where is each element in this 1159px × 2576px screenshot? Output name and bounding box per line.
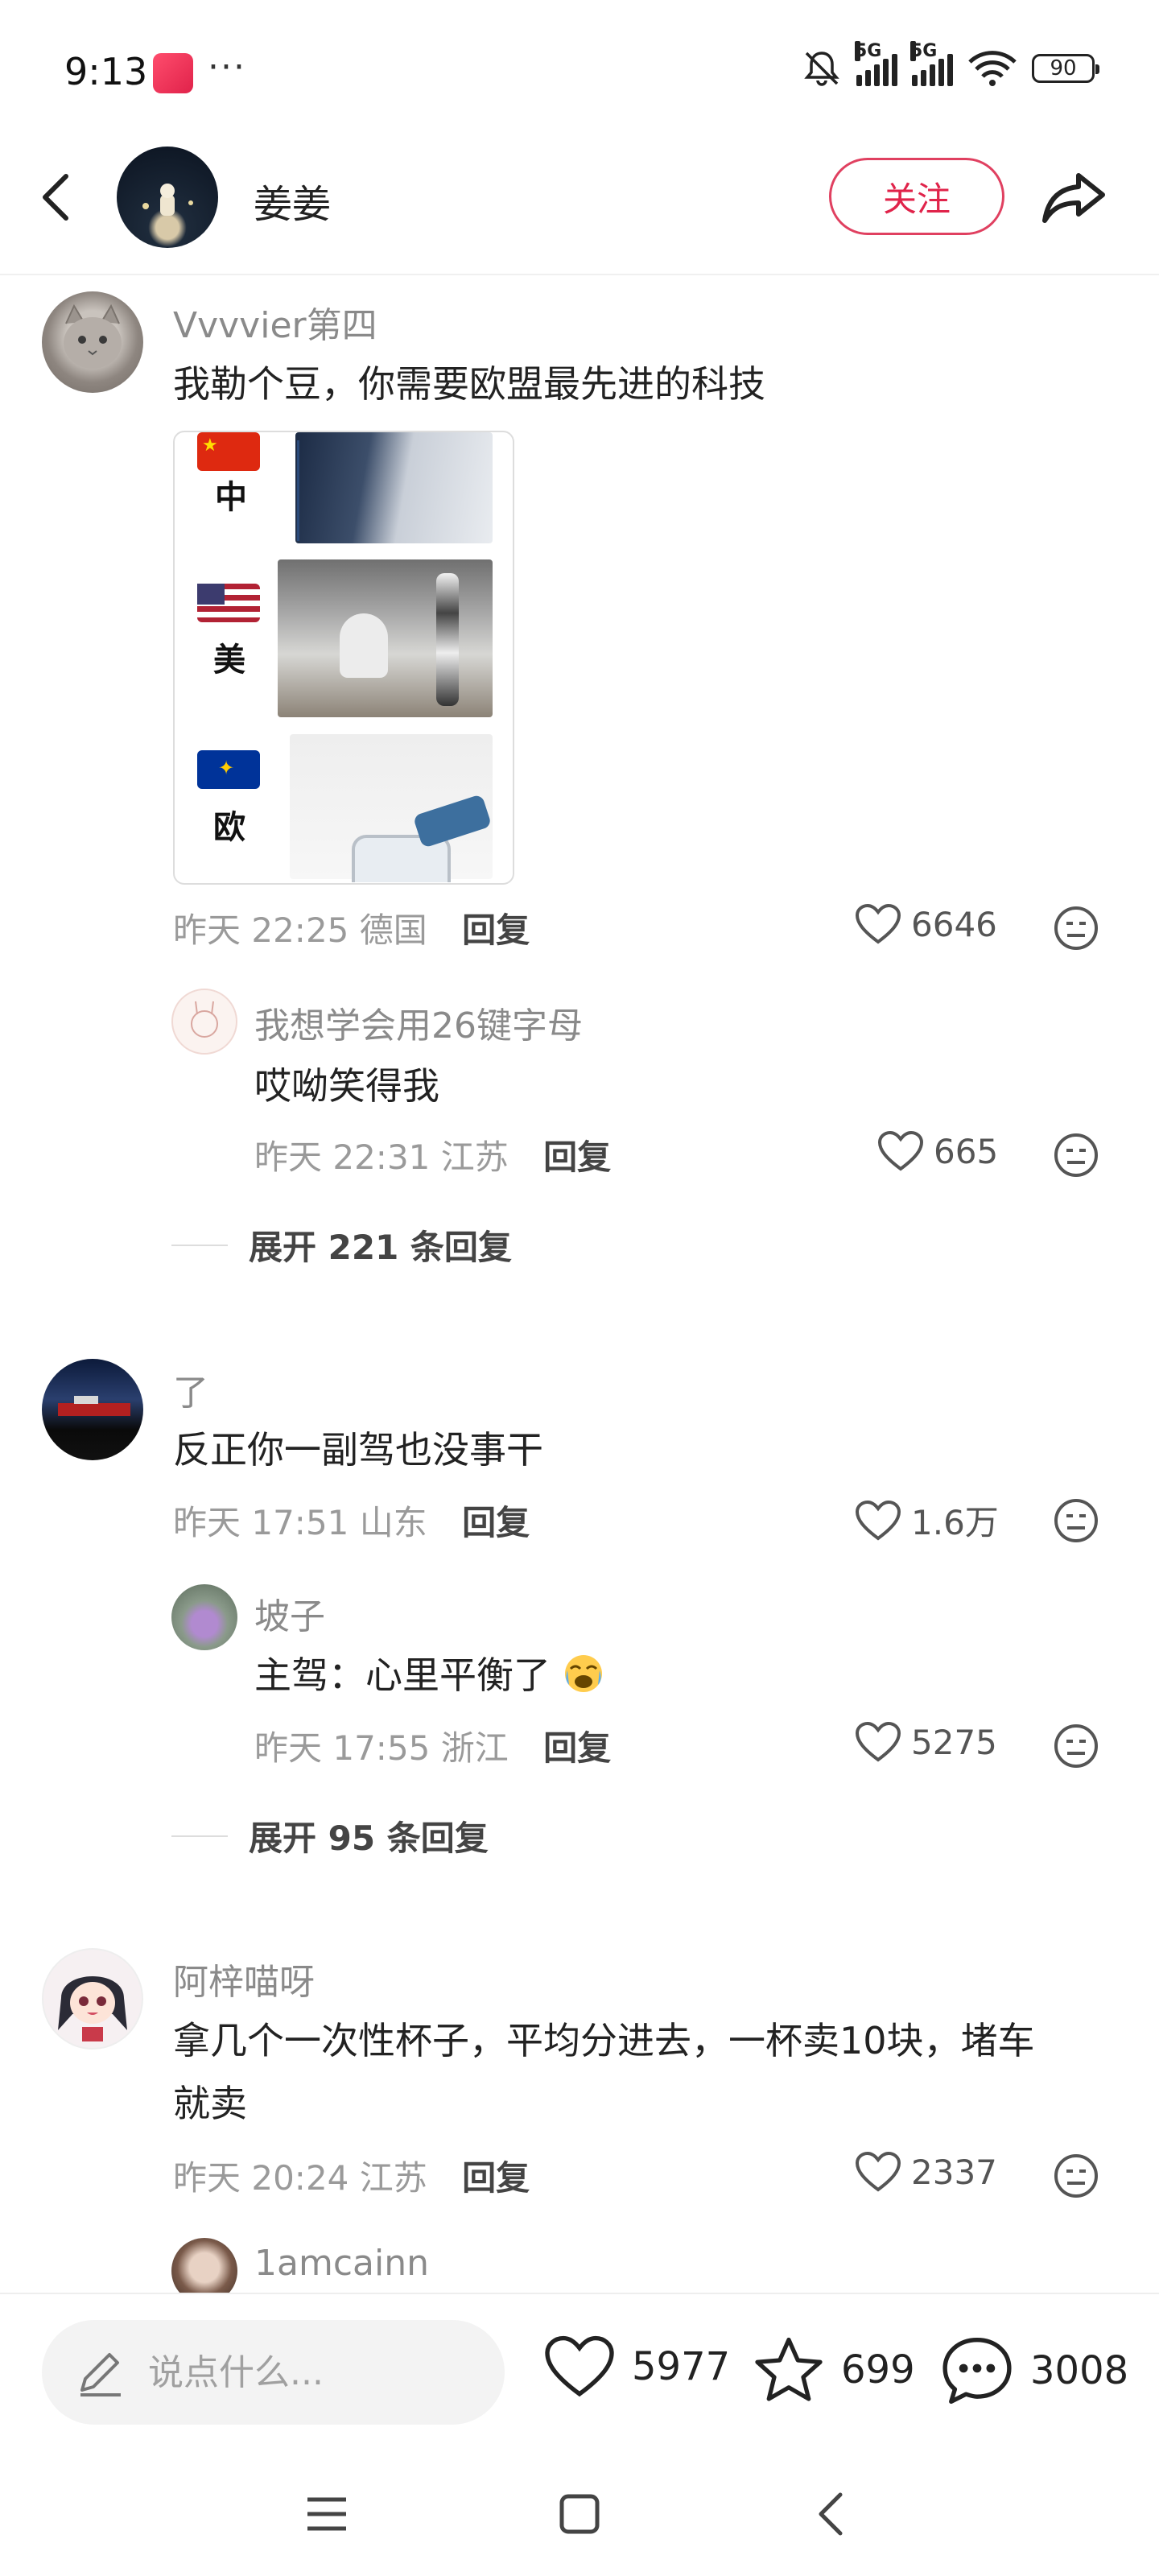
- chat-bubble-icon: [942, 2337, 1012, 2405]
- like-count: 2337: [911, 2152, 997, 2192]
- post-favorite-count: 699: [841, 2347, 915, 2392]
- comment-username[interactable]: 阿梓喵呀: [173, 1953, 315, 2004]
- reply-text: 哎呦笑得我: [254, 1064, 439, 1108]
- signal-strength-2: 5G: [910, 41, 953, 86]
- like-count: 1.6万: [911, 1503, 999, 1542]
- post-favorite-button[interactable]: 699: [753, 2334, 915, 2405]
- like-button[interactable]: 2337: [855, 2151, 997, 2193]
- like-count: 5275: [911, 1722, 997, 1762]
- comment-text: 反正你一副驾也没事干: [173, 1428, 543, 1472]
- heart-icon: [855, 2151, 901, 2192]
- heart-icon: [855, 1721, 901, 1762]
- emoji-icon[interactable]: [1053, 1723, 1099, 1769]
- emoji-icon[interactable]: [1053, 2153, 1099, 2199]
- reply-button[interactable]: 回复: [462, 2158, 530, 2198]
- emoji-icon[interactable]: [1053, 1132, 1099, 1179]
- flag-usa-icon: [197, 584, 260, 622]
- comment-meta: 昨天 17:51 山东 回复: [173, 1503, 530, 1542]
- flag-china-icon: [197, 432, 260, 471]
- flag-eu-icon: [197, 750, 260, 789]
- post-like-button[interactable]: 5977: [543, 2334, 730, 2399]
- comment-text-continued: 就卖: [173, 2082, 247, 2125]
- heart-icon: [877, 1130, 924, 1171]
- reply-button[interactable]: 回复: [543, 1728, 611, 1768]
- author-name[interactable]: 姜姜: [254, 172, 331, 229]
- follow-button[interactable]: 关注: [829, 158, 1004, 235]
- wifi-icon: [968, 51, 1017, 86]
- like-button[interactable]: 1.6万: [855, 1496, 999, 1545]
- reply-username[interactable]: 坡子: [254, 1587, 325, 1639]
- like-button[interactable]: 665: [877, 1130, 998, 1172]
- reply-button[interactable]: 回复: [543, 1137, 611, 1177]
- back-arrow-icon[interactable]: [32, 165, 80, 229]
- status-indicators: 5G 5G 90: [802, 41, 1099, 89]
- like-button[interactable]: 5275: [855, 1721, 997, 1763]
- comment-avatar[interactable]: [42, 1359, 143, 1460]
- system-nav-bar: [0, 2454, 1159, 2576]
- reply-avatar[interactable]: [171, 1584, 237, 1650]
- reply-meta: 昨天 22:31 江苏 回复: [254, 1137, 612, 1177]
- comment-input-field[interactable]: [146, 2351, 488, 2394]
- comment-image[interactable]: 中 美 欧: [173, 431, 514, 885]
- status-more-dots: ···: [208, 47, 246, 88]
- comment-avatar[interactable]: [42, 291, 143, 393]
- meme-label: 美: [213, 642, 245, 679]
- reply-meta: 昨天 17:55 浙江 回复: [254, 1728, 612, 1768]
- author-avatar[interactable]: [117, 147, 218, 248]
- reply-username[interactable]: 我想学会用26键字母: [254, 997, 583, 1048]
- comment-meta: 昨天 20:24 江苏 回复: [173, 2158, 530, 2198]
- post-comment-button[interactable]: 3008: [940, 2334, 1128, 2407]
- expand-replies[interactable]: 展开 95 条回复: [171, 1811, 489, 1860]
- menu-icon[interactable]: [303, 2490, 351, 2538]
- emoji-icon[interactable]: [1053, 1497, 1099, 1544]
- emoji-icon[interactable]: [1053, 905, 1099, 952]
- like-count: 665: [934, 1131, 999, 1171]
- comment-username[interactable]: 了: [173, 1364, 208, 1415]
- nav-back-icon[interactable]: [808, 2490, 856, 2538]
- share-icon[interactable]: [1038, 161, 1111, 233]
- crying-laughing-emoji-icon: [564, 1655, 602, 1692]
- expand-replies[interactable]: 展开 221 条回复: [171, 1220, 512, 1269]
- comment-text: 拿几个一次性杯子，平均分进去，一杯卖10块，堵车: [173, 2019, 1035, 2062]
- comment-meta: 昨天 22:25 德国 回复: [173, 910, 530, 950]
- reply-text: 主驾：心里平衡了: [254, 1644, 604, 1707]
- comment-text: 我勒个豆，你需要欧盟最先进的科技: [173, 362, 765, 406]
- robot-image: [295, 432, 493, 543]
- like-count: 6646: [911, 904, 997, 944]
- mute-bell-icon: [804, 52, 839, 86]
- comment-input[interactable]: [42, 2320, 505, 2425]
- reply-avatar[interactable]: [171, 989, 237, 1055]
- comment-username[interactable]: Vvvvier第四: [173, 296, 377, 348]
- status-time: 9:13: [64, 50, 148, 93]
- like-button[interactable]: 6646: [855, 903, 997, 945]
- pencil-icon: [80, 2353, 121, 2396]
- battery-indicator: 90: [1032, 54, 1099, 83]
- reply-username[interactable]: 1amcainn: [254, 2243, 429, 2284]
- reply-button[interactable]: 回复: [462, 1503, 530, 1542]
- heart-icon: [855, 1500, 901, 1540]
- comment-avatar[interactable]: [42, 1948, 143, 2050]
- post-comment-count: 3008: [1030, 2348, 1129, 2393]
- post-like-count: 5977: [632, 2344, 731, 2389]
- app-notification-icon: [153, 53, 193, 93]
- reply-button[interactable]: 回复: [462, 910, 530, 950]
- heart-icon: [545, 2335, 614, 2397]
- meme-label: 欧: [213, 809, 245, 846]
- meme-label: 中: [215, 479, 247, 516]
- star-icon: [755, 2337, 823, 2401]
- heart-icon: [855, 903, 901, 944]
- home-square-icon[interactable]: [555, 2490, 604, 2538]
- signal-strength-1: 5G: [855, 41, 897, 86]
